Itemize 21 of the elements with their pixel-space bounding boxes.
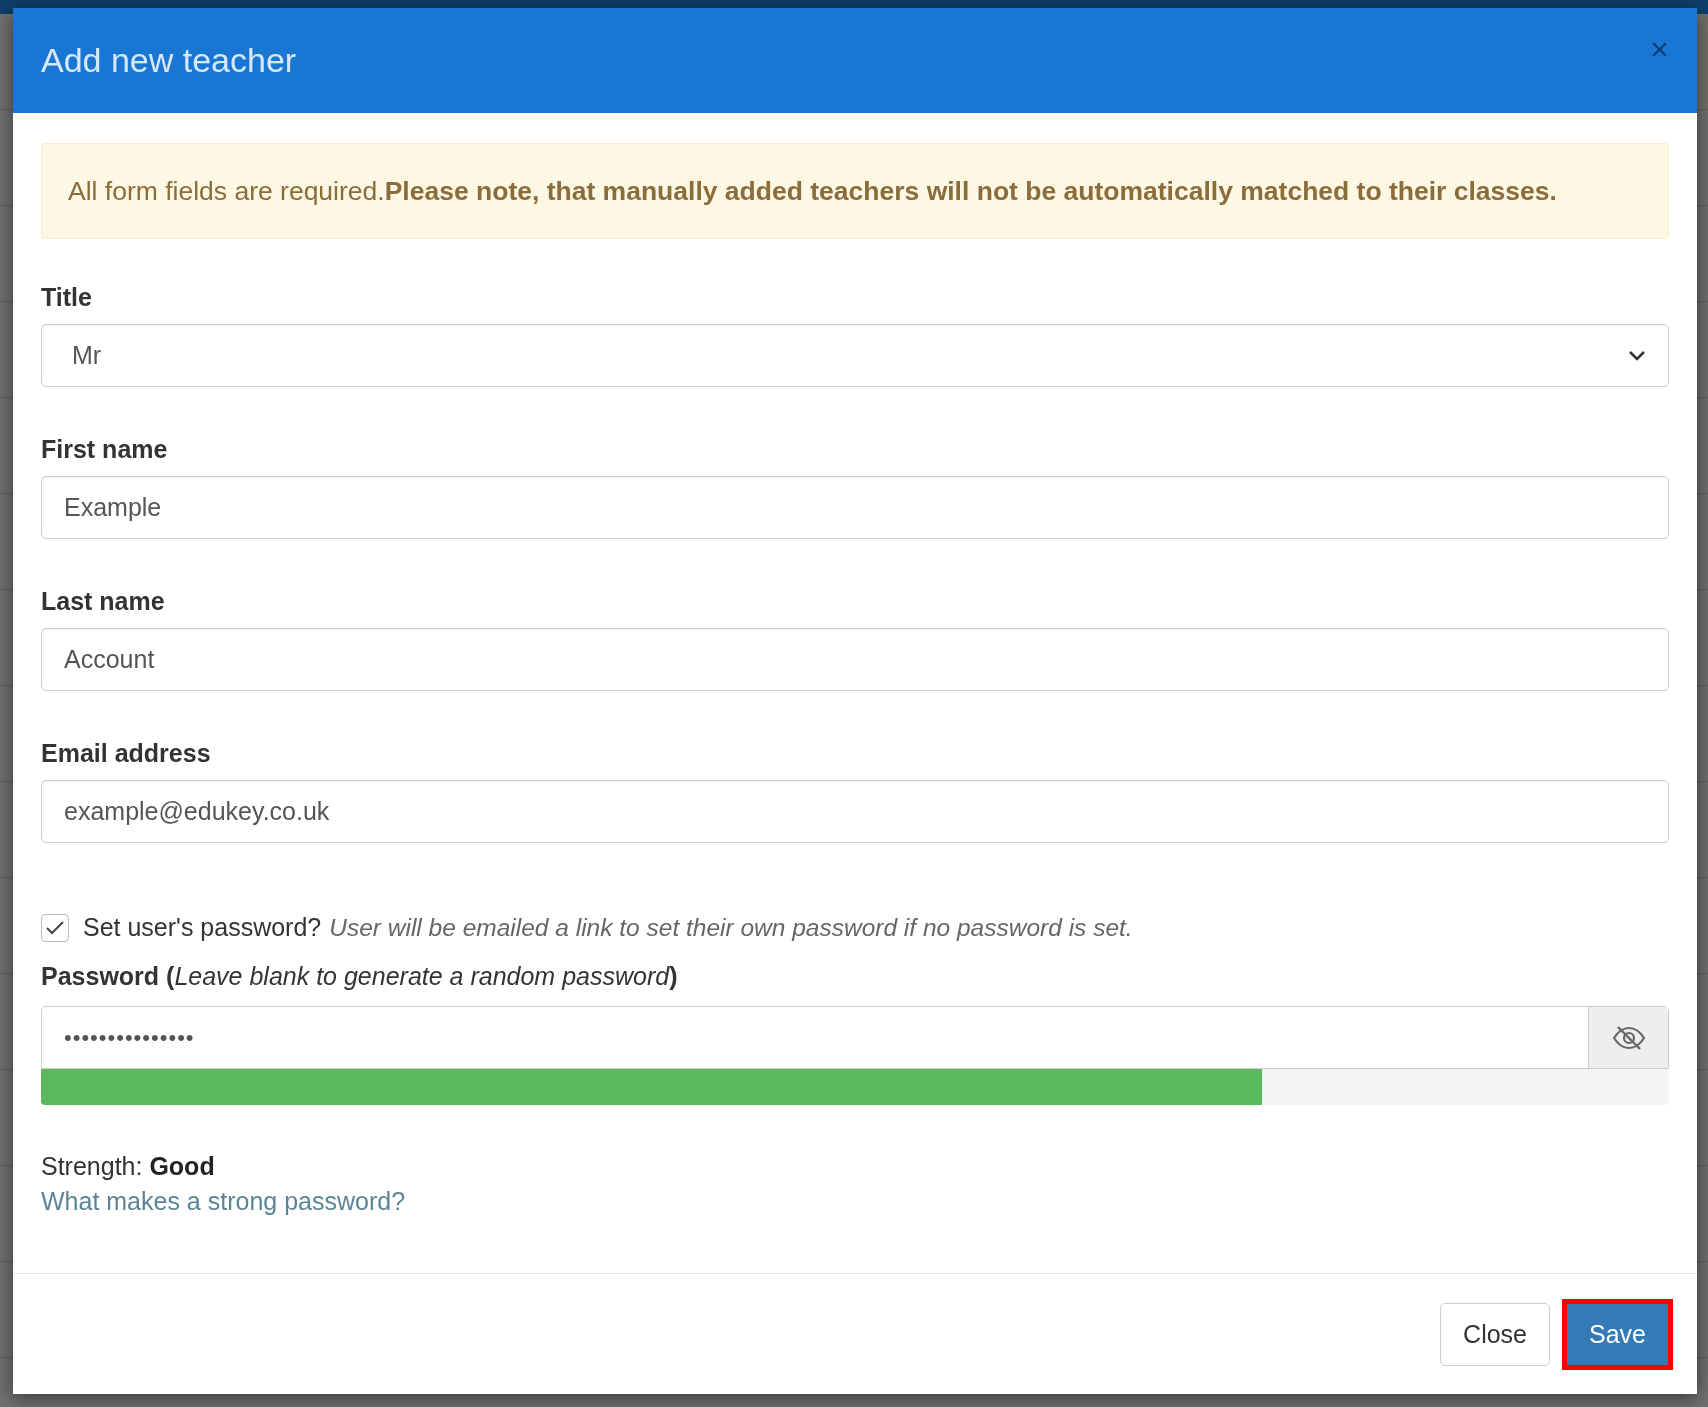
title-select[interactable]: Mr [41,324,1669,387]
checkbox[interactable] [41,913,69,942]
text-field[interactable]: Example [41,476,1669,539]
checkbox-label: Set user's password? [83,913,322,942]
password-field[interactable]: ••••••••••••••• [41,1006,1669,1069]
field-label: Password (Leave blank to generate a random password) [41,962,678,991]
field-label: Title [41,282,92,312]
field-label: Email address [41,738,211,768]
chevron-down-icon [1628,349,1646,362]
warning-alert: All form fields are required.Please note, that manually added teachers will not be automatically matched to their classes. [41,143,1669,239]
text-field[interactable]: Account [41,628,1669,691]
field-label: Last name [41,586,165,616]
check-icon [46,920,64,935]
field-label: First name [41,434,168,464]
dialog-title: Add new teacher [41,41,297,80]
close-button[interactable]: Close [1440,1302,1550,1366]
help-link[interactable]: What makes a strong password? [41,1187,406,1216]
checkbox-hint: User will be emailed a link to set their own password if no password is set. [329,913,1133,942]
text-field[interactable]: example@edukey.co.uk [41,780,1669,843]
eye-slash-icon[interactable] [1588,1007,1668,1068]
strength-text: Strength: Good [41,1152,215,1181]
